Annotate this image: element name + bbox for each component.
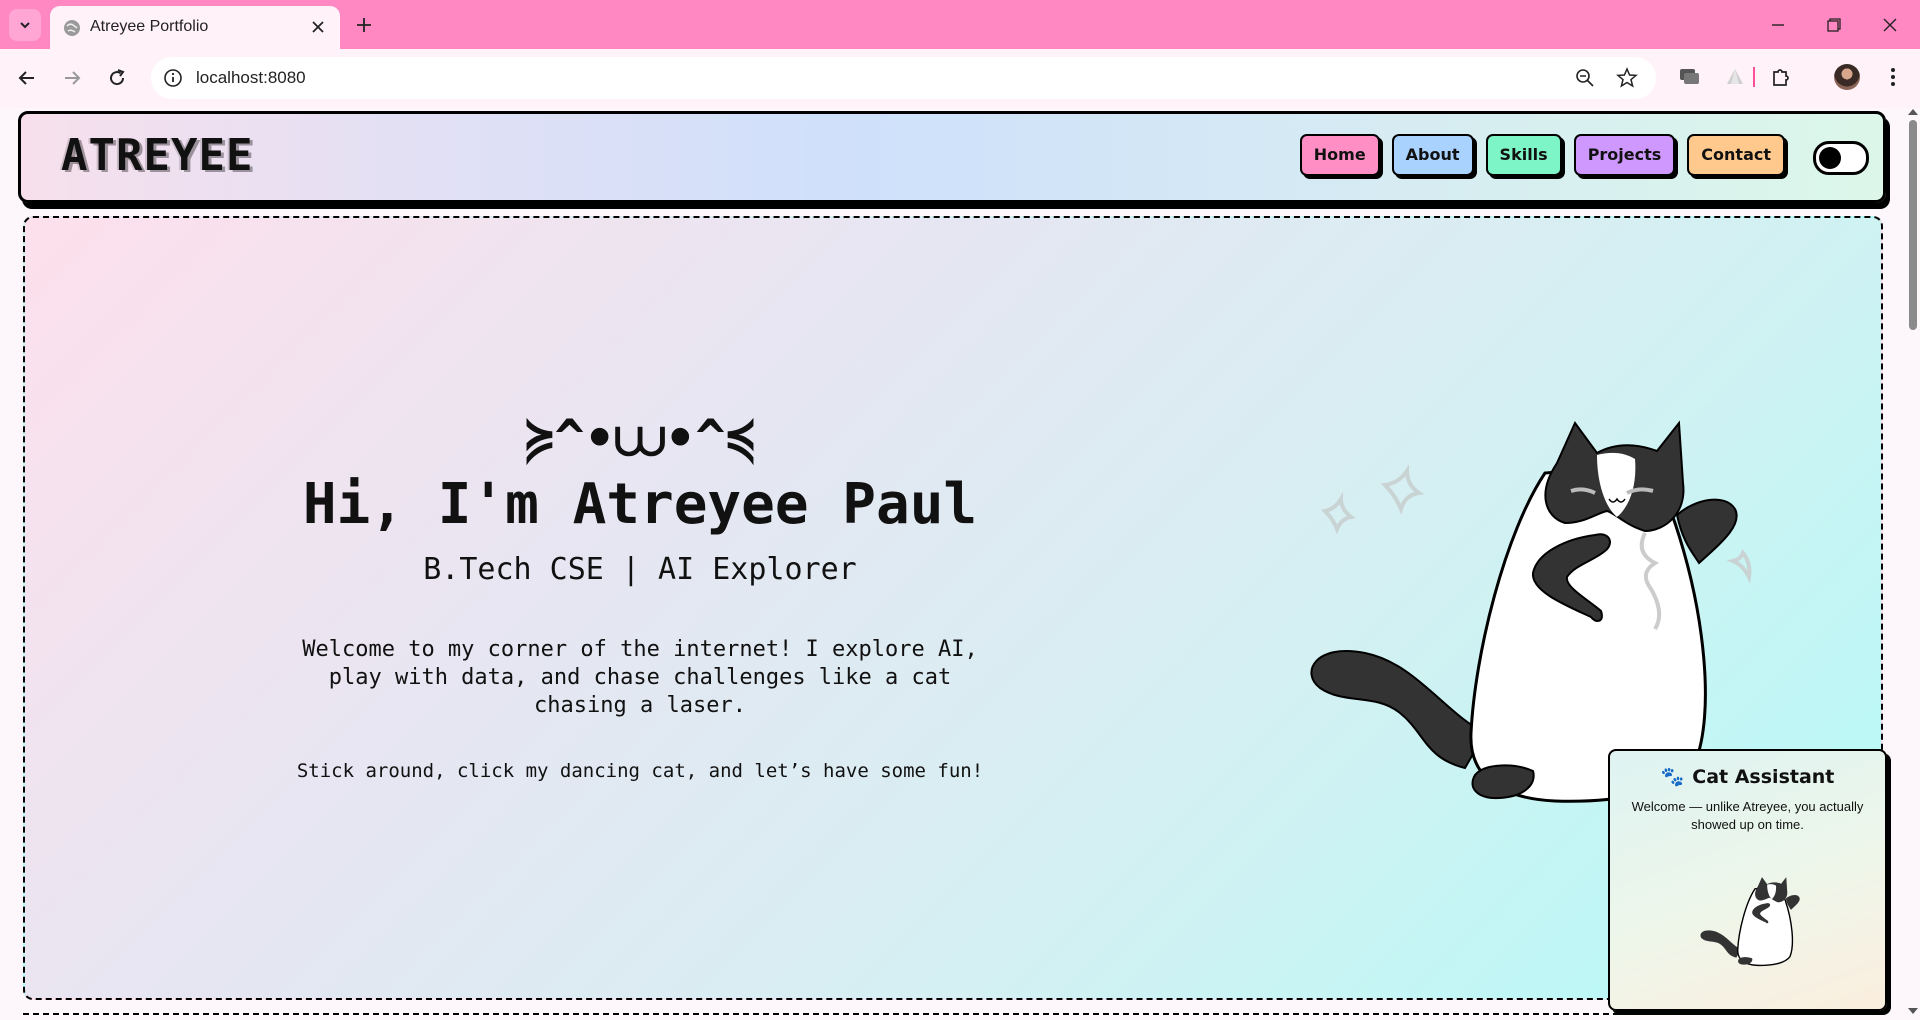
next-section-border — [23, 1013, 1879, 1020]
kaomoji: ≽^•⩊•^≼ — [524, 409, 756, 467]
nav-skills-button[interactable]: Skills — [1485, 134, 1562, 176]
extension-icon-2[interactable] — [1723, 65, 1747, 89]
zoom-out-icon[interactable] — [1574, 67, 1596, 89]
hero-cta: Stick around, click my dancing cat, and … — [296, 760, 984, 782]
hero-intro: Welcome to my corner of the internet! I … — [302, 637, 978, 718]
cat-raised-arm — [1675, 498, 1738, 565]
active-tab[interactable]: Atreyee Portfolio — [50, 6, 340, 49]
url-text[interactable]: localhost:8080 — [196, 68, 306, 88]
media-icon — [1680, 69, 1699, 84]
site-info-icon[interactable] — [162, 67, 184, 89]
page-viewport: ATREYEE Home About Skills Projects Conta… — [0, 108, 1920, 1020]
more-icon — [1891, 68, 1895, 86]
tab-close-button[interactable] — [308, 17, 328, 37]
assistant-cat-icon[interactable] — [1692, 869, 1804, 981]
back-icon — [18, 71, 34, 85]
window-close-button[interactable] — [1877, 12, 1903, 38]
hero-text: ≽^•⩊•^≼ Hi, I'm Atreyee Paul B.Tech CSE … — [240, 408, 1040, 784]
assistant-header: 🐾 Cat Assistant — [1610, 765, 1885, 789]
site-navbar: ATREYEE Home About Skills Projects Conta… — [18, 111, 1886, 203]
puzzle-icon — [1773, 69, 1789, 86]
nav-contact-button[interactable]: Contact — [1687, 134, 1785, 176]
scroll-down-arrow[interactable] — [1908, 1008, 1918, 1014]
toggle-knob — [1819, 147, 1841, 169]
minimize-button[interactable] — [1765, 12, 1791, 38]
restore-icon — [1827, 18, 1841, 32]
globe-icon — [64, 20, 80, 36]
extension-icon[interactable] — [1678, 65, 1702, 89]
chevron-down-icon — [20, 22, 30, 29]
toolbar-divider — [1752, 65, 1756, 89]
hero-subtitle: B.Tech CSE | AI Explorer — [423, 552, 857, 587]
nav-home-button[interactable]: Home — [1299, 134, 1380, 176]
minimize-icon — [1772, 24, 1784, 26]
close-icon — [312, 21, 324, 33]
site-logo[interactable]: ATREYEE — [61, 130, 253, 181]
nav-projects-button[interactable]: Projects — [1573, 134, 1676, 176]
extensions-button[interactable] — [1769, 65, 1793, 89]
scroll-thumb[interactable] — [1909, 120, 1917, 330]
window-close-icon — [1883, 18, 1897, 32]
forward-button[interactable] — [59, 65, 85, 91]
paw-icon: 🐾 — [1660, 766, 1685, 788]
tab-title: Atreyee Portfolio — [90, 18, 209, 35]
cat-tail — [1310, 650, 1487, 770]
assistant-message: Welcome — unlike Atreyee, you actually s… — [1631, 799, 1864, 832]
tab-strip: Atreyee Portfolio — [0, 0, 1920, 49]
theme-toggle[interactable] — [1813, 141, 1869, 175]
reload-icon — [110, 69, 125, 86]
hero-section: ≽^•⩊•^≼ Hi, I'm Atreyee Paul B.Tech CSE … — [23, 216, 1883, 1000]
new-tab-button[interactable] — [352, 13, 376, 37]
nav-links: Home About Skills Projects Contact — [1299, 134, 1785, 176]
address-bar[interactable]: localhost:8080 — [151, 57, 1656, 99]
nav-about-button[interactable]: About — [1391, 134, 1474, 176]
page-scrollbar[interactable] — [1906, 108, 1920, 1020]
reload-button[interactable] — [104, 65, 130, 91]
profile-avatar[interactable] — [1834, 64, 1860, 90]
more-button[interactable] — [1881, 65, 1905, 89]
restore-button[interactable] — [1821, 12, 1847, 38]
browser-toolbar: localhost:8080 — [0, 49, 1920, 108]
back-button[interactable] — [14, 65, 40, 91]
star-icon[interactable] — [1616, 67, 1638, 89]
plus-icon — [357, 18, 371, 32]
assistant-title: Cat Assistant — [1692, 765, 1835, 788]
cat-assistant-panel[interactable]: 🐾 Cat Assistant Welcome — unlike Atreyee… — [1608, 749, 1887, 1011]
hero-title: Hi, I'm Atreyee Paul — [302, 472, 978, 537]
forward-icon — [65, 71, 81, 85]
scroll-up-arrow[interactable] — [1908, 109, 1918, 115]
tab-search-button[interactable] — [9, 9, 41, 41]
triangle-icon — [1727, 69, 1743, 84]
